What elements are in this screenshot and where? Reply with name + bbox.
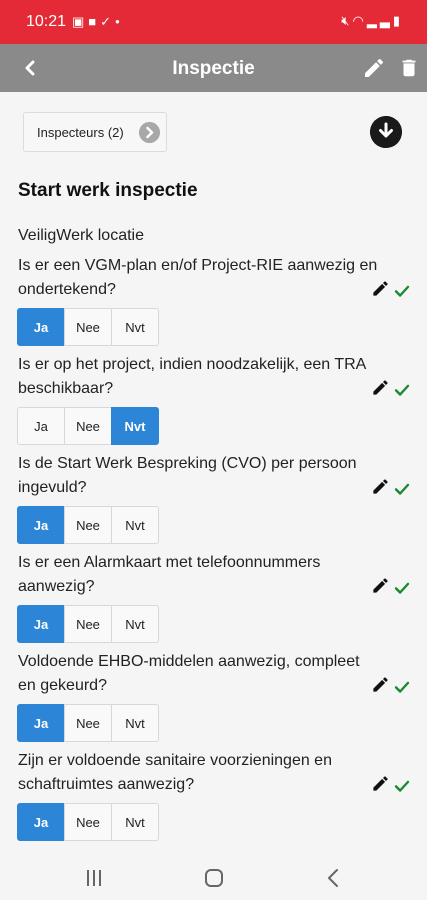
mute-icon: 🔇︎ (341, 13, 353, 28)
option-ja-button[interactable]: Ja (17, 704, 65, 742)
inspecteurs-button[interactable]: Inspecteurs (2) (23, 112, 167, 152)
option-nvt-button[interactable]: Nvt (111, 605, 159, 643)
status-system-icons: 🔇︎◠▂▃▮ (341, 13, 403, 29)
download-icon[interactable] (370, 116, 402, 148)
pencil-icon[interactable] (371, 675, 390, 694)
pencil-icon[interactable] (371, 576, 390, 595)
option-nee-button[interactable]: Nee (64, 308, 112, 346)
option-ja-button[interactable]: Ja (17, 803, 65, 841)
option-nvt-button[interactable]: Nvt (111, 308, 159, 346)
option-nee-button[interactable]: Nee (64, 803, 112, 841)
checkmark-icon (394, 582, 410, 594)
checkmark-icon (394, 384, 410, 396)
option-nvt-button[interactable]: Nvt (111, 407, 159, 445)
option-ja-button[interactable]: Ja (17, 407, 65, 445)
question-text: Is er een Alarmkaart met telefoonnummers… (18, 554, 321, 595)
pencil-icon[interactable] (371, 477, 390, 496)
answer-options: Ja Nee Nvt (17, 308, 162, 346)
status-bar: 10:21 ▣■✓• 🔇︎◠▂▃▮ (0, 0, 427, 44)
answer-options: Ja Nee Nvt (17, 407, 162, 445)
trash-icon[interactable] (398, 56, 420, 80)
status-notification-icons: ▣■✓• (72, 14, 124, 30)
checklist-icon: ✓ (100, 14, 116, 29)
option-ja-button[interactable]: Ja (17, 308, 65, 346)
option-nee-button[interactable]: Nee (64, 605, 112, 643)
option-ja-button[interactable]: Ja (17, 506, 65, 544)
pencil-icon[interactable] (371, 774, 390, 793)
checkmark-icon (394, 780, 410, 792)
option-nee-button[interactable]: Nee (64, 506, 112, 544)
question-text: Is er een VGM-plan en/of Project-RIE aan… (18, 257, 378, 298)
option-nee-button[interactable]: Nee (64, 704, 112, 742)
inspection-content: Inspecteurs (2) Start werk inspectie Vei… (0, 92, 427, 858)
gallery-icon: ▣ (72, 14, 89, 29)
recents-icon[interactable] (85, 869, 103, 887)
option-nvt-button[interactable]: Nvt (111, 704, 159, 742)
pencil-icon[interactable] (362, 56, 386, 80)
option-ja-button[interactable]: Ja (17, 605, 65, 643)
question-text: Is er op het project, indien noodzakelij… (18, 356, 366, 397)
location-label: VeiligWerk locatie (18, 227, 144, 244)
pencil-icon[interactable] (371, 279, 390, 298)
pencil-icon[interactable] (371, 378, 390, 397)
checkmark-icon (394, 285, 410, 297)
option-nee-button[interactable]: Nee (64, 407, 112, 445)
question-text: Zijn er voldoende sanitaire voorzieninge… (18, 752, 332, 793)
app-bar: Inspectie (0, 44, 427, 92)
section-title: Start werk inspectie (18, 180, 198, 201)
chevron-right-icon (139, 122, 160, 143)
answer-options: Ja Nee Nvt (17, 704, 162, 742)
checkmark-icon (394, 681, 410, 693)
teams-icon: ■ (88, 14, 101, 29)
option-nvt-button[interactable]: Nvt (111, 803, 159, 841)
system-nav-bar (0, 858, 427, 900)
signal-icon: ▂▃ (366, 13, 393, 28)
inspecteurs-label: Inspecteurs (2) (37, 125, 124, 140)
answer-options: Ja Nee Nvt (17, 605, 162, 643)
answer-options: Ja Nee Nvt (17, 506, 162, 544)
home-icon[interactable] (204, 868, 224, 888)
dot-icon: • (115, 14, 124, 29)
wifi-icon: ◠ (352, 13, 367, 28)
back-icon[interactable] (325, 868, 341, 888)
answer-options: Ja Nee Nvt (17, 803, 162, 841)
question-text: Voldoende EHBO-middelen aanwezig, comple… (18, 653, 360, 694)
question-text: Is de Start Werk Bespreking (CVO) per pe… (18, 455, 357, 496)
checkmark-icon (394, 483, 410, 495)
option-nvt-button[interactable]: Nvt (111, 506, 159, 544)
status-time: 10:21 (26, 13, 67, 30)
battery-icon: ▮ (392, 13, 403, 28)
